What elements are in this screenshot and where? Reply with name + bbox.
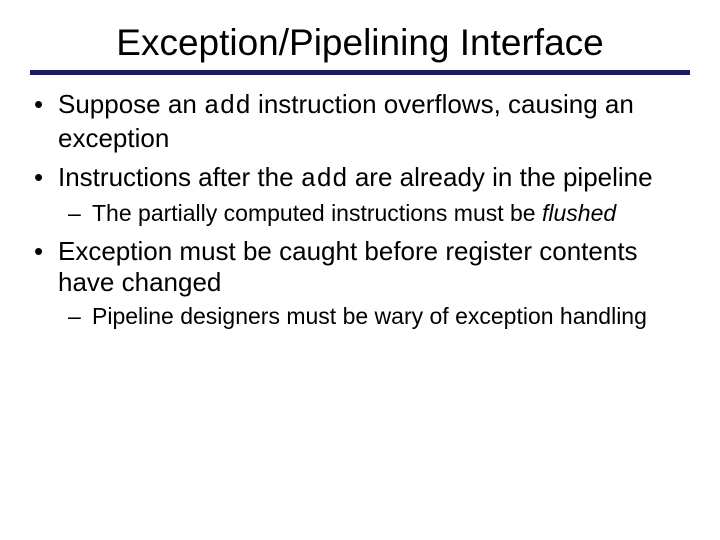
title-underline — [30, 70, 690, 75]
bullet-1: Suppose an add instruction overflows, ca… — [58, 89, 690, 154]
bullet-3-sub-1: Pipeline designers must be wary of excep… — [92, 303, 690, 331]
bullet-list: Suppose an add instruction overflows, ca… — [30, 89, 690, 331]
bullet-2-text-b: are already in the pipeline — [348, 162, 653, 192]
bullet-3: Exception must be caught before register… — [58, 236, 690, 331]
bullet-3-sublist: Pipeline designers must be wary of excep… — [58, 303, 690, 331]
bullet-2-text-a: Instructions after the — [58, 162, 301, 192]
bullet-2-sub-1: The partially computed instructions must… — [92, 200, 690, 228]
slide: Exception/Pipelining Interface Suppose a… — [0, 0, 720, 540]
bullet-1-text-a: Suppose an — [58, 89, 204, 119]
bullet-2: Instructions after the add are already i… — [58, 162, 690, 227]
slide-title: Exception/Pipelining Interface — [30, 22, 690, 64]
bullet-2-code: add — [301, 164, 348, 194]
bullet-1-code: add — [204, 91, 251, 121]
bullet-2-sub-1-ital: flushed — [542, 200, 616, 226]
bullet-3-text: Exception must be caught before register… — [58, 236, 638, 298]
bullet-3-sub-1-text: Pipeline designers must be wary of excep… — [92, 303, 647, 329]
bullet-2-sublist: The partially computed instructions must… — [58, 200, 690, 228]
bullet-2-sub-1-text: The partially computed instructions must… — [92, 200, 542, 226]
